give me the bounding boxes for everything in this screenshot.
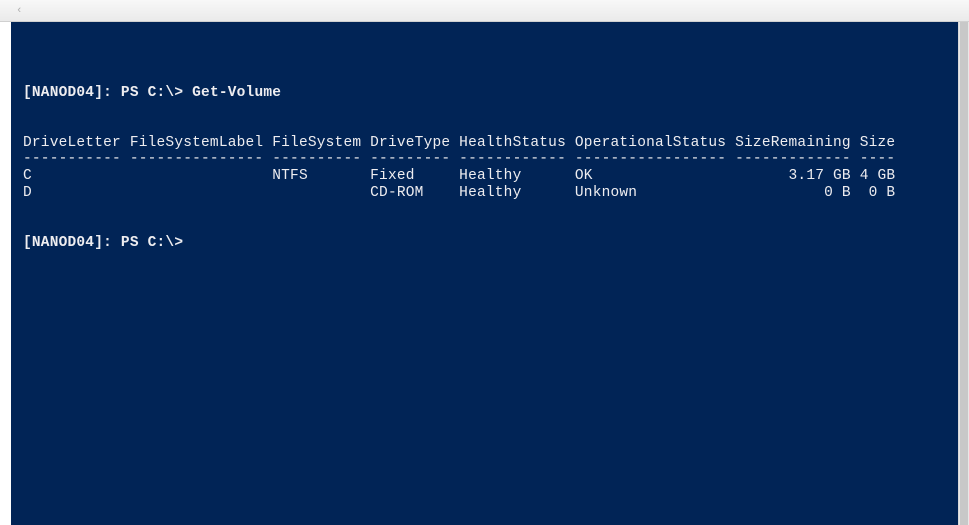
- vertical-scrollbar[interactable]: [958, 22, 969, 525]
- window-titlebar: ‹: [0, 0, 969, 22]
- prompt-line-1: [NANOD04]: PS C:\> Get-Volume: [23, 85, 281, 101]
- prompt-line-2: [NANOD04]: PS C:\>: [23, 235, 183, 251]
- prompt-host: [NANOD04]: PS C:\>: [23, 85, 192, 101]
- table-separator: ----------- --------------- ---------- -…: [23, 151, 895, 167]
- powershell-terminal[interactable]: [NANOD04]: PS C:\> Get-Volume DriveLette…: [11, 22, 969, 525]
- table-row: D CD-ROM Healthy Unknown 0 B 0 B: [23, 185, 895, 201]
- table-header-row: DriveLetter FileSystemLabel FileSystem D…: [23, 135, 895, 151]
- command-text: Get-Volume: [192, 85, 281, 101]
- back-icon[interactable]: ‹: [16, 5, 23, 17]
- scrollbar-thumb[interactable]: [960, 22, 968, 525]
- table-row: C NTFS Fixed Healthy OK 3.17 GB 4 GB: [23, 168, 895, 184]
